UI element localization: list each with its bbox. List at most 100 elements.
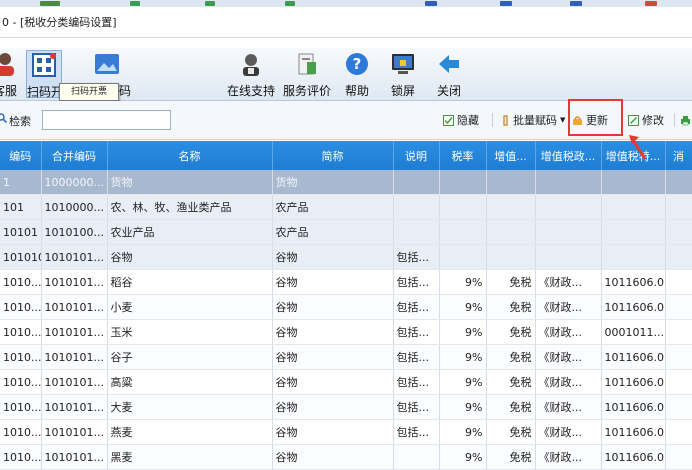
- table-cell: 农、林、牧、渔业类产品: [107, 194, 273, 220]
- table-cell: 包括...: [393, 244, 440, 270]
- table-row[interactable]: 1010... 1010101... 稻谷 谷物 包括... 9% 免税 《财政... 1011…: [0, 269, 692, 295]
- table-cell: 《财政...: [535, 419, 602, 445]
- lock-screen-button[interactable]: 锁屏: [386, 50, 420, 98]
- table-cell: 谷物: [272, 294, 394, 320]
- table-cell: [535, 219, 602, 245]
- online-support-button[interactable]: 在线支持: [226, 50, 276, 98]
- table-cell: 货物: [107, 170, 273, 195]
- table-cell: 1010101...: [41, 369, 108, 395]
- toolbar-label: 在线支持: [226, 84, 275, 98]
- annotation-highlight-box: [568, 99, 623, 136]
- table-row[interactable]: 1010... 1010101... 谷子 谷物 包括... 9% 免税 《财政... 1011…: [0, 344, 692, 370]
- print-button[interactable]: [680, 112, 692, 128]
- table-cell: 1010000...: [41, 194, 108, 220]
- table-cell: [665, 269, 692, 295]
- table-cell: 农业产品: [107, 219, 273, 245]
- table-cell: 1010101: [0, 244, 42, 270]
- table-cell: 1010...: [0, 294, 42, 320]
- hide-label: 隐藏: [457, 114, 479, 127]
- table-row[interactable]: 1010... 1010101... 高粱 谷物 包括... 9% 免税 《财政... 1011…: [0, 369, 692, 395]
- column-header-description[interactable]: 说明: [393, 141, 440, 170]
- close-button[interactable]: 关闭: [432, 50, 466, 98]
- table-cell: 谷子: [107, 344, 273, 370]
- table-cell: [393, 444, 440, 470]
- search-input[interactable]: [42, 110, 171, 130]
- table-row[interactable]: 1010... 1010101... 黑麦 谷物 9% 免税 《财政... 1011606.0: [0, 444, 692, 470]
- table-cell: 稻谷: [107, 269, 273, 295]
- column-header-tax-rate[interactable]: 税率: [439, 141, 487, 170]
- table-cell: 1010...: [0, 369, 42, 395]
- column-header-vat[interactable]: 增值...: [486, 141, 536, 170]
- table-cell: 包括...: [393, 294, 440, 320]
- table-cell: 免税: [486, 444, 536, 470]
- table-cell: 包括...: [393, 319, 440, 345]
- table-cell: 1010...: [0, 444, 42, 470]
- hide-button[interactable]: 隐藏: [443, 112, 479, 128]
- table-row[interactable]: 1 1000000... 货物 货物: [0, 170, 692, 195]
- column-header-name[interactable]: 名称: [107, 141, 273, 170]
- qr-code-icon: [32, 53, 56, 77]
- taskbar-strip: [0, 0, 692, 7]
- table-row[interactable]: 10101011010101...谷物谷物包括...: [0, 244, 692, 270]
- search-icon: [0, 113, 7, 123]
- table-cell: [665, 244, 692, 270]
- column-header-merged-code[interactable]: 合并编码: [41, 141, 108, 170]
- table-cell: [601, 244, 666, 270]
- table-row[interactable]: 1010... 1010101... 玉米 谷物 包括... 9% 免税 《财政... 0001…: [0, 319, 692, 345]
- table-cell: 1011606.0: [601, 419, 666, 445]
- table-cell: 1: [0, 170, 42, 195]
- table-cell: [439, 244, 487, 270]
- help-icon: ?: [346, 53, 368, 75]
- column-header-code[interactable]: 编码: [0, 141, 42, 170]
- modify-button[interactable]: 修改: [628, 112, 664, 128]
- customer-service-button[interactable]: 客服: [0, 50, 20, 98]
- table-header-row: 编码 合并编码 名称 简称 说明 税率 增值... 增值税政... 增值税特..…: [0, 141, 692, 170]
- column-header-vat-policy[interactable]: 增值税政...: [535, 141, 602, 170]
- table-cell: 1010101...: [41, 394, 108, 420]
- table-cell: 1010101...: [41, 319, 108, 345]
- table-cell: 高粱: [107, 369, 273, 395]
- toolbar-label: 扫码开票: [27, 85, 76, 99]
- service-rating-button[interactable]: 服务评价: [282, 50, 332, 98]
- table-cell: 1010...: [0, 419, 42, 445]
- window-title: 0 - [税收分类编码设置]: [2, 16, 117, 29]
- print-icon: [681, 115, 690, 125]
- column-header-short-name[interactable]: 简称: [272, 141, 394, 170]
- table-row[interactable]: 1010... 1010101... 小麦 谷物 包括... 9% 免税 《财政... 1011…: [0, 294, 692, 320]
- table-cell: 9%: [439, 319, 487, 345]
- column-header-consumption[interactable]: 消: [665, 141, 692, 170]
- back-arrow-icon: [439, 55, 459, 73]
- divider: [674, 113, 675, 127]
- table-cell: [601, 170, 666, 195]
- batch-assign-button[interactable]: 批量赋码 ▼: [499, 112, 565, 128]
- table-cell: 《财政...: [535, 444, 602, 470]
- table-cell: 包括...: [393, 269, 440, 295]
- table-cell: [665, 219, 692, 245]
- table-cell: 谷物: [107, 244, 273, 270]
- table-cell: 1011606.0: [601, 269, 666, 295]
- table-row[interactable]: 101 1010000... 农、林、牧、渔业类产品 农产品: [0, 194, 692, 220]
- table-cell: 大麦: [107, 394, 273, 420]
- table-cell: [665, 369, 692, 395]
- table-cell: 9%: [439, 294, 487, 320]
- table-cell: 免税: [486, 269, 536, 295]
- table-row[interactable]: 10101 1010100... 农业产品 农产品: [0, 219, 692, 245]
- table-cell: 谷物: [272, 444, 394, 470]
- lock-screen-icon: [392, 54, 414, 74]
- table-cell: 《财政...: [535, 394, 602, 420]
- table-cell: 免税: [486, 369, 536, 395]
- search-label: 检索: [9, 115, 31, 128]
- scan-invoice-button[interactable]: 扫码开票: [26, 50, 76, 99]
- table-cell: 1010...: [0, 344, 42, 370]
- table-cell: 1011606.0: [601, 444, 666, 470]
- table-cell: [665, 294, 692, 320]
- table-cell: 免税: [486, 344, 536, 370]
- table-row[interactable]: 1010... 1010101... 大麦 谷物 包括... 9% 免税 《财政... 1011…: [0, 394, 692, 420]
- table-row[interactable]: 1010... 1010101... 燕麦 谷物 包括... 9% 免税 《财政... 1011…: [0, 419, 692, 445]
- table-cell: [439, 219, 487, 245]
- toolbar-label: 服务评价: [282, 84, 331, 98]
- help-button[interactable]: ? 帮助: [340, 50, 374, 98]
- chevron-down-icon: ▼: [560, 116, 566, 124]
- table-cell: [393, 219, 440, 245]
- tag-icon: [503, 114, 508, 126]
